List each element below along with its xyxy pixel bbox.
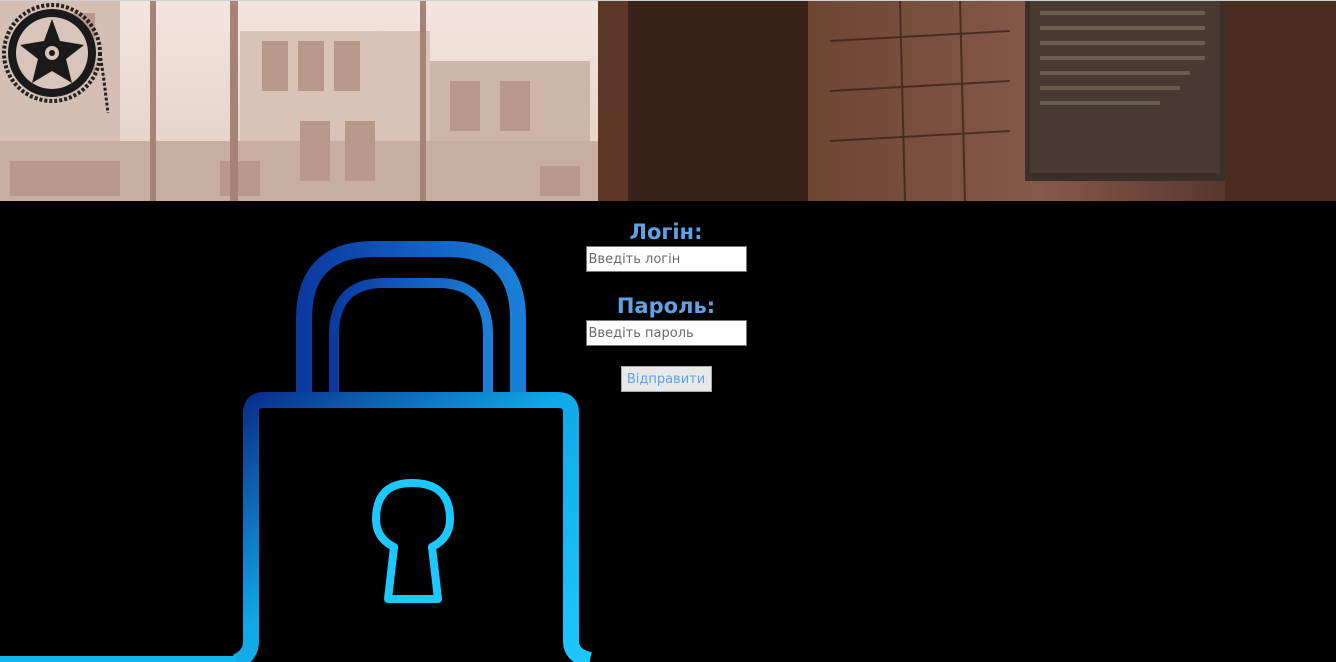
password-input[interactable] — [585, 320, 747, 346]
login-form: Логін: Пароль: Відправити — [578, 218, 754, 392]
gear-chain-logo-icon — [2, 3, 110, 114]
password-label: Пароль: — [616, 294, 716, 318]
login-page: Логін: Пароль: Відправити — [0, 0, 1336, 662]
login-label: Логін: — [629, 220, 703, 244]
banner-building-photo — [0, 1, 1336, 201]
header-banner — [0, 0, 1336, 201]
submit-button[interactable]: Відправити — [620, 366, 712, 392]
login-input[interactable] — [585, 246, 747, 272]
